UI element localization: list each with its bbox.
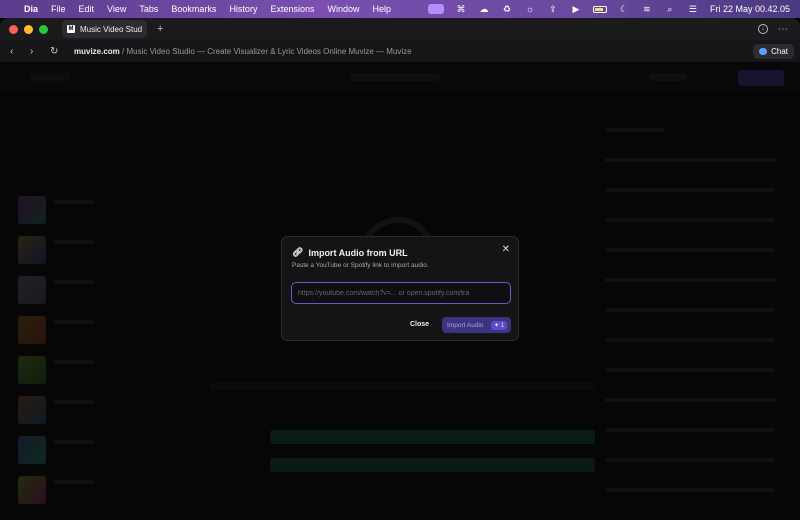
download-icon[interactable]: ↓: [758, 24, 768, 34]
app-menu[interactable]: Dia: [24, 4, 38, 14]
menu-help[interactable]: Help: [373, 4, 392, 14]
chat-button[interactable]: Chat: [753, 43, 794, 59]
muvize-favicon-icon: M: [67, 25, 75, 33]
brightness-icon[interactable]: ☼: [524, 4, 536, 14]
back-icon[interactable]: ‹: [10, 46, 20, 57]
dialog-title: Import Audio from URL: [308, 247, 408, 258]
close-button[interactable]: Close: [410, 321, 429, 328]
menu-view[interactable]: View: [107, 4, 126, 14]
link-icon: 🔗︎: [292, 247, 304, 257]
play-icon[interactable]: ▶: [570, 4, 582, 14]
menu-edit[interactable]: Edit: [79, 4, 95, 14]
cloud-icon[interactable]: ☁: [478, 4, 490, 14]
minimize-window-button[interactable]: [24, 24, 33, 34]
menu-tabs[interactable]: Tabs: [139, 4, 158, 14]
chat-label: Chat: [771, 46, 788, 56]
chat-bubble-icon: [759, 47, 768, 55]
close-window-button[interactable]: [9, 24, 18, 34]
battery-icon[interactable]: [592, 5, 607, 13]
url-path: / Music Video Studio — Create Visualizer…: [119, 46, 412, 56]
menu-bar: Dia File Edit View Tabs Bookmarks Histor…: [0, 0, 800, 18]
more-icon[interactable]: ⋯: [778, 24, 788, 35]
screen-share-icon[interactable]: [427, 4, 444, 14]
credit-badge: ✦ 1: [490, 320, 507, 330]
tab-title: Music Video Stud: [80, 24, 143, 34]
new-tab-button[interactable]: +: [157, 23, 163, 35]
audio-url-input[interactable]: [291, 282, 511, 304]
wifi-icon[interactable]: ≋: [641, 4, 653, 14]
menu-history[interactable]: History: [229, 4, 257, 14]
menu-window[interactable]: Window: [327, 4, 359, 14]
recycle-icon[interactable]: ♻: [501, 4, 513, 14]
tab-bar: M Music Video Stud + ↓ ⋯: [0, 18, 800, 40]
menu-file[interactable]: File: [51, 4, 66, 14]
reload-icon[interactable]: ↻: [50, 46, 60, 57]
url-domain: muvize.com: [74, 46, 120, 56]
dialog-header: 🔗︎ Import Audio from URL: [292, 247, 508, 258]
address-bar: ‹ › ↻ muvize.com / Music Video Studio — …: [0, 40, 800, 62]
gift-icon[interactable]: ⌘: [455, 4, 467, 14]
clock[interactable]: Fri 22 May 00.42.05: [710, 4, 790, 14]
search-icon[interactable]: ⌕: [664, 4, 676, 14]
upload-icon[interactable]: ⇪: [547, 4, 559, 14]
control-center-icon[interactable]: ☰: [687, 4, 699, 14]
zoom-window-button[interactable]: [39, 24, 48, 34]
menu-extensions[interactable]: Extensions: [270, 4, 314, 14]
tab-music-video-studio[interactable]: M Music Video Stud: [62, 20, 147, 38]
forward-icon[interactable]: ›: [30, 46, 40, 57]
menu-bookmarks[interactable]: Bookmarks: [171, 4, 216, 14]
close-icon[interactable]: ✕: [502, 244, 510, 255]
window-controls: [0, 24, 48, 34]
moon-icon[interactable]: ☾: [618, 4, 630, 14]
import-audio-label: Import Audio: [447, 321, 484, 329]
url-field[interactable]: muvize.com / Music Video Studio — Create…: [74, 47, 412, 56]
dialog-subtitle: Paste a YouTube or Spotify link to impor…: [292, 262, 429, 269]
import-audio-button[interactable]: Import Audio ✦ 1: [442, 317, 511, 333]
import-audio-dialog: 🔗︎ Import Audio from URL Paste a YouTube…: [281, 236, 519, 341]
